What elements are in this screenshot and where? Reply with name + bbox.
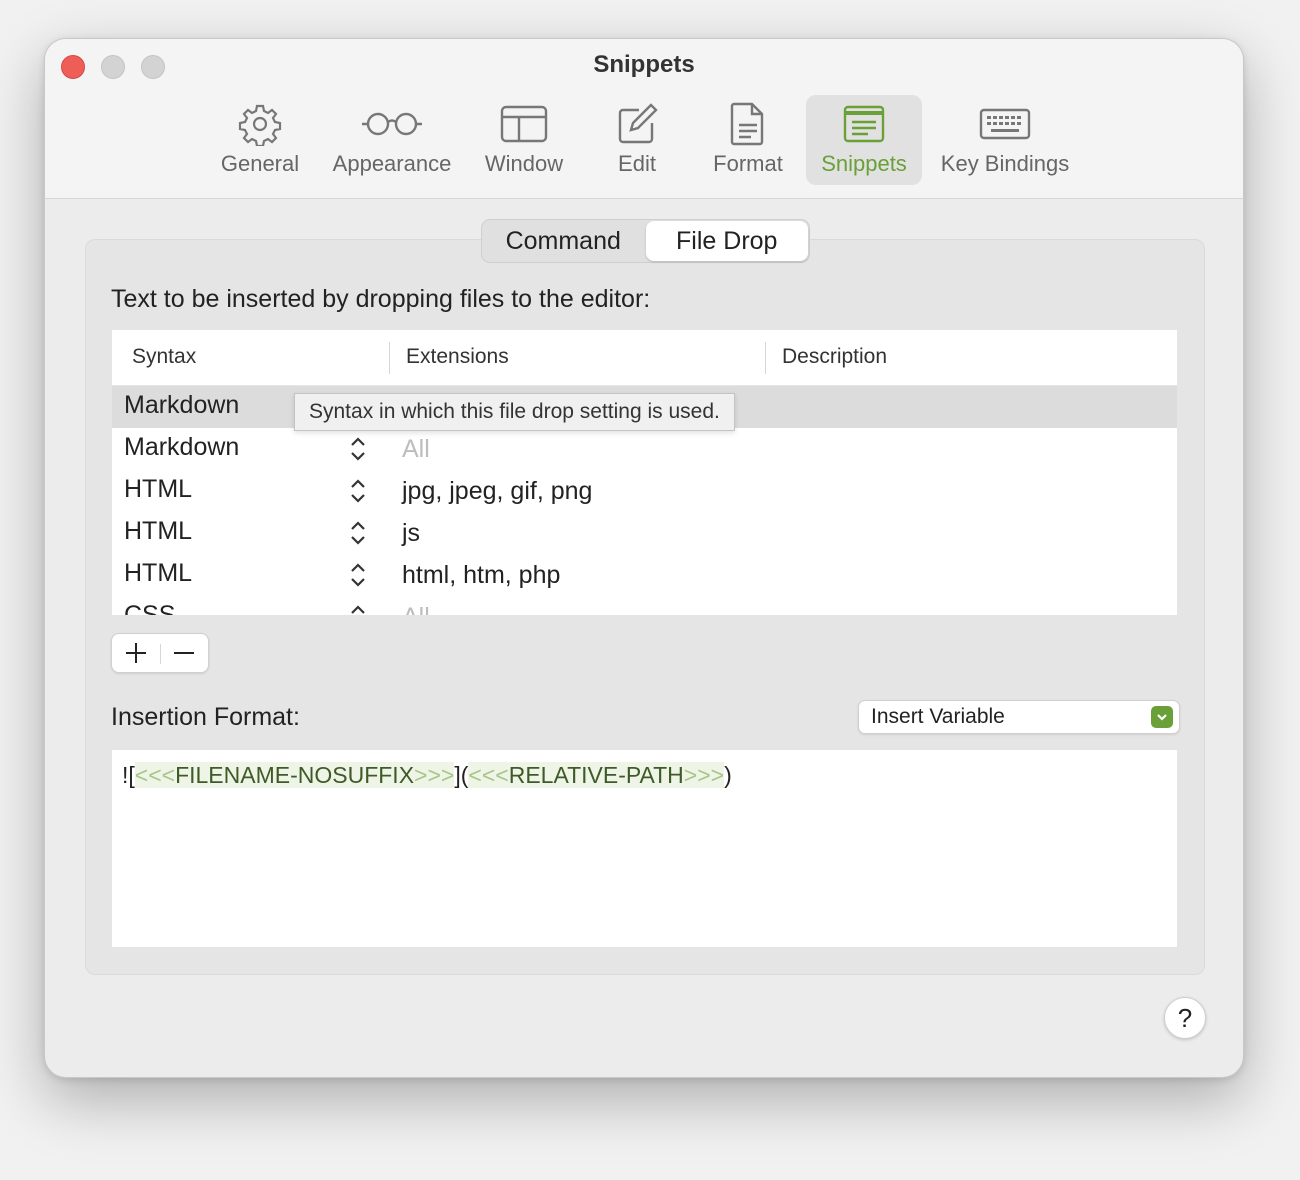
extensions-cell[interactable]: All — [402, 603, 430, 615]
syntax-cell[interactable]: Markdown — [124, 433, 239, 462]
file-drop-description: Text to be inserted by dropping files to… — [111, 285, 651, 313]
table-header: Syntax Extensions Description — [112, 330, 1177, 386]
toolbar-label: General — [220, 151, 300, 176]
table-row[interactable]: HTML jpg, jpeg, gif, png — [112, 470, 1177, 512]
pencil-square-icon — [615, 99, 659, 149]
minus-icon — [174, 652, 195, 654]
column-divider[interactable] — [765, 342, 766, 374]
table-row[interactable]: Markdown All — [112, 428, 1177, 470]
extensions-cell[interactable]: All — [402, 435, 430, 464]
column-header-syntax[interactable]: Syntax — [132, 345, 196, 369]
toolbar-label: Window — [484, 151, 564, 176]
toolbar-item-appearance[interactable]: Appearance — [325, 95, 459, 185]
keyboard-icon — [979, 99, 1031, 149]
toolbar-label: Appearance — [332, 151, 452, 176]
toolbar-label: Key Bindings — [940, 151, 1070, 176]
preferences-toolbar: General Appearance Window Edit Format Sn… — [45, 95, 1243, 185]
snippets-icon — [842, 99, 886, 149]
syntax-popup-chevron-icon[interactable] — [346, 476, 370, 506]
variable-token-relative-path: <<<RELATIVE-PATH>>> — [468, 762, 725, 788]
toolbar-item-general[interactable]: General — [213, 95, 307, 185]
extensions-cell[interactable]: js — [402, 519, 420, 548]
remove-row-button[interactable] — [161, 634, 209, 672]
toolbar-item-window[interactable]: Window — [477, 95, 571, 185]
variable-token-filename-nosuffix: <<<FILENAME-NOSUFFIX>>> — [134, 762, 455, 788]
syntax-popup-chevron-icon[interactable] — [346, 434, 370, 464]
toolbar-label: Format — [713, 151, 783, 176]
column-divider[interactable] — [389, 342, 390, 374]
toolbar-label: Snippets — [821, 151, 907, 176]
extensions-cell[interactable]: html, htm, php — [402, 561, 560, 590]
help-button[interactable]: ? — [1164, 997, 1206, 1039]
window-layout-icon — [499, 99, 549, 149]
toolbar-item-edit[interactable]: Edit — [593, 95, 681, 185]
add-row-button[interactable] — [112, 634, 160, 672]
syntax-cell[interactable]: HTML — [124, 559, 192, 588]
gear-icon — [238, 99, 282, 149]
insertion-format-editor[interactable]: ![<<<FILENAME-NOSUFFIX>>>](<<<RELATIVE-P… — [112, 750, 1177, 947]
toolbar-item-snippets[interactable]: Snippets — [806, 95, 922, 185]
table-row[interactable]: CSS All — [112, 596, 1177, 615]
syntax-popup-chevron-icon[interactable] — [346, 602, 370, 615]
syntax-popup-chevron-icon[interactable] — [346, 560, 370, 590]
extensions-cell[interactable]: jpg, jpeg, gif, png — [402, 477, 592, 506]
insertion-format-text[interactable]: ![<<<FILENAME-NOSUFFIX>>>](<<<RELATIVE-P… — [122, 762, 732, 789]
table-row[interactable]: HTML html, htm, php — [112, 554, 1177, 596]
window-title: Snippets — [593, 51, 695, 78]
tab-command[interactable]: Command — [482, 220, 645, 262]
syntax-cell[interactable]: CSS — [124, 601, 175, 615]
table-row[interactable]: HTML js — [112, 512, 1177, 554]
syntax-cell[interactable]: HTML — [124, 517, 192, 546]
title-bar: Snippets General Appearance Window Edit … — [45, 39, 1243, 199]
format-literal: ![ — [122, 762, 135, 788]
syntax-cell[interactable]: Markdown — [124, 391, 239, 420]
snippet-type-tabs: Command File Drop — [481, 219, 810, 263]
syntax-popup-chevron-icon[interactable] — [346, 518, 370, 548]
format-literal: ) — [724, 762, 732, 788]
insert-variable-popup[interactable]: Insert Variable — [858, 700, 1180, 734]
insert-variable-label: Insert Variable — [871, 705, 1005, 728]
add-remove-control — [111, 633, 209, 673]
column-header-extensions[interactable]: Extensions — [406, 345, 509, 369]
document-icon — [728, 99, 768, 149]
syntax-cell[interactable]: HTML — [124, 475, 192, 504]
chevron-down-icon — [1151, 706, 1173, 728]
insertion-format-label: Insertion Format: — [111, 703, 300, 731]
toolbar-item-format[interactable]: Format — [701, 95, 795, 185]
preferences-window: Snippets General Appearance Window Edit … — [44, 38, 1244, 1078]
glasses-icon — [360, 99, 424, 149]
file-drop-table[interactable]: Syntax Extensions Description Markdown M… — [112, 330, 1177, 615]
toolbar-item-key-bindings[interactable]: Key Bindings — [933, 95, 1077, 185]
plus-icon — [125, 643, 146, 663]
format-literal: ]( — [454, 762, 469, 788]
column-header-description[interactable]: Description — [782, 345, 887, 369]
toolbar-label: Edit — [618, 151, 656, 176]
syntax-tooltip: Syntax in which this file drop setting i… — [294, 393, 735, 431]
tab-file-drop[interactable]: File Drop — [645, 221, 808, 261]
